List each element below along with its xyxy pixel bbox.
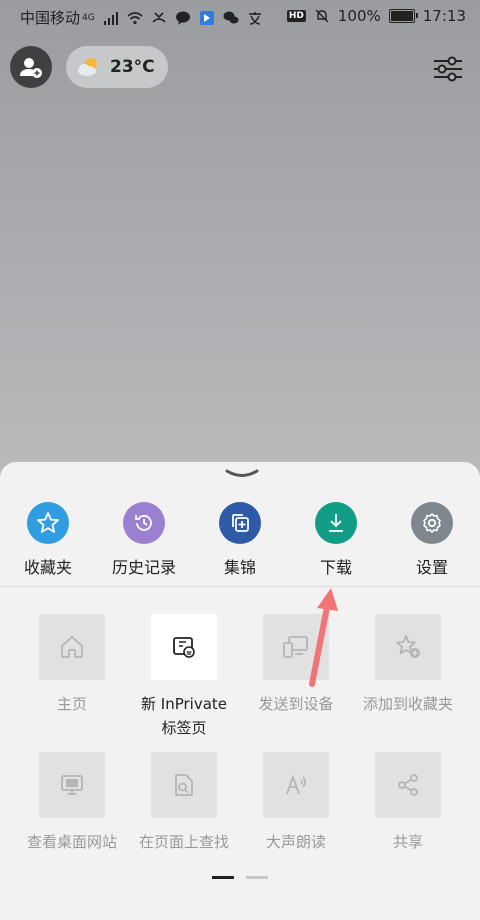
settings-label: 设置 <box>415 558 448 577</box>
wifi-icon <box>127 11 143 24</box>
message-icon <box>175 11 190 25</box>
collections-label: 集锦 <box>223 558 256 577</box>
clock: 17:13 <box>422 7 466 25</box>
download-icon <box>315 502 357 544</box>
wechat-icon <box>223 11 239 23</box>
favorites-button[interactable]: 收藏夹 <box>0 502 96 578</box>
mute-bell-icon <box>315 9 329 23</box>
favorites-label: 收藏夹 <box>23 558 72 577</box>
sheet-handle-icon[interactable] <box>224 468 260 480</box>
weather-temperature: 23°C <box>110 57 155 77</box>
app-notification-icon <box>199 10 214 25</box>
settings-button[interactable]: 设置 <box>384 502 480 578</box>
downloads-label: 下载 <box>319 558 352 577</box>
collections-icon <box>219 502 261 544</box>
home-label: 主页 <box>56 695 87 713</box>
missed-call-icon <box>152 11 166 23</box>
desktop-site-icon <box>39 752 105 818</box>
desktop-site-tile[interactable]: 查看桌面网站 <box>17 752 127 854</box>
gear-icon <box>411 502 453 544</box>
add-to-favorites-tile[interactable]: 添加到收藏夹 <box>353 614 463 716</box>
add-profile-icon <box>20 58 42 78</box>
signal-icon <box>103 11 118 25</box>
home-tile[interactable]: 主页 <box>17 614 127 716</box>
inprivate-icon <box>151 614 217 680</box>
battery-icon <box>388 9 418 23</box>
history-button[interactable]: 历史记录 <box>96 502 192 578</box>
page-settings-icon[interactable] <box>430 54 466 84</box>
weather-widget[interactable]: 23°C <box>66 46 168 88</box>
input-method-icon <box>248 11 261 25</box>
carrier-label: 中国移动 <box>20 9 81 27</box>
inprivate-tab-tile[interactable]: 新 InPrivate 标签页 <box>129 614 239 740</box>
share-icon <box>375 752 441 818</box>
inprivate-tab-label: 新 InPrivate 标签页 <box>141 695 227 737</box>
page-indicator-inactive[interactable] <box>246 876 268 879</box>
share-tile[interactable]: 共享 <box>353 752 463 854</box>
page-indicator <box>212 876 272 880</box>
annotation-arrow-icon <box>309 588 338 687</box>
find-in-page-label: 在页面上查找 <box>138 833 229 851</box>
hd-badge: HD <box>286 10 306 22</box>
desktop-site-label: 查看桌面网站 <box>26 833 117 851</box>
find-in-page-icon <box>151 752 217 818</box>
downloads-button[interactable]: 下载 <box>288 502 384 578</box>
page-indicator-active <box>212 876 234 879</box>
add-to-favorites-label: 添加到收藏夹 <box>362 695 453 713</box>
star-icon <box>27 502 69 544</box>
history-icon <box>123 502 165 544</box>
read-aloud-label: 大声朗读 <box>265 833 326 851</box>
read-aloud-tile[interactable]: 大声朗读 <box>241 752 351 854</box>
section-divider <box>0 586 480 587</box>
home-icon <box>39 614 105 680</box>
battery-percent: 100% <box>337 7 381 25</box>
history-label: 历史记录 <box>111 558 176 577</box>
collections-button[interactable]: 集锦 <box>192 502 288 578</box>
add-favorite-icon <box>375 614 441 680</box>
profile-button[interactable] <box>10 46 52 88</box>
partly-cloudy-icon <box>78 58 97 76</box>
network-label: 4G <box>82 12 95 23</box>
share-label: 共享 <box>392 833 423 851</box>
read-aloud-icon <box>263 752 329 818</box>
send-to-device-label: 发送到设备 <box>258 695 334 713</box>
status-bar: 中国移动 4G HD 100% 17:13 <box>0 0 480 34</box>
find-in-page-tile[interactable]: 在页面上查找 <box>129 752 239 854</box>
